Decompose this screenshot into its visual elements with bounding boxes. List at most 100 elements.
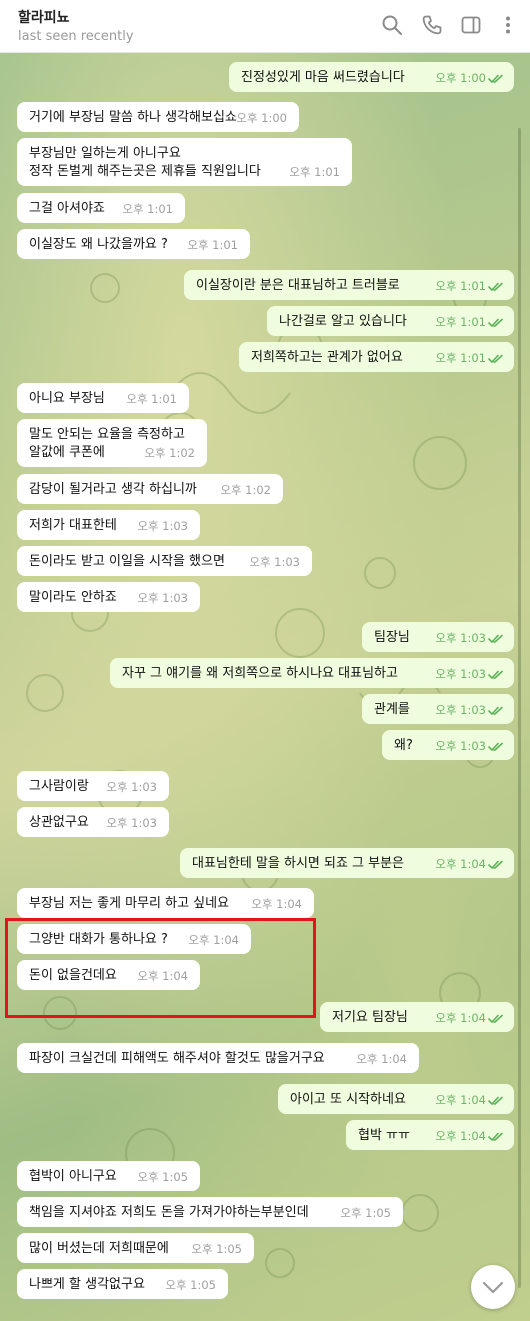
message-text: 이실장도 왜 나갔을까요 ?	[29, 237, 168, 252]
message-time: 오후 1:01	[435, 315, 486, 329]
incoming-message[interactable]: 돈이라도 받고 이일을 시작을 했으면 오후 1:03	[17, 546, 312, 576]
message-time: 오후 1:04	[356, 1052, 407, 1066]
chat-status: last seen recently	[18, 29, 134, 44]
message-time: 오후 1:00	[435, 71, 486, 85]
message-text: 많이 버셨는데 저희때문에	[29, 1241, 169, 1256]
message-time: 오후 1:04	[435, 1093, 486, 1107]
outgoing-message[interactable]: 팀장님 오후 1:03	[362, 622, 514, 652]
message-text: 파장이 크실건데 피해액도 해주셔야 할것도 많을거구요	[29, 1051, 325, 1066]
message-text: 진정성있게 마음 써드렸습니다	[241, 70, 405, 85]
message-time: 오후 1:03	[137, 591, 188, 605]
message-time: 오후 1:01	[187, 238, 238, 252]
message-text: 자꾸 그 얘기를 왜 저희쪽으로 하시나요 대표님하고	[122, 666, 398, 681]
scroll-down-button[interactable]	[471, 1265, 515, 1309]
message-text: 나쁘게 할 생각없구요	[29, 1277, 145, 1292]
incoming-message[interactable]: 파장이 크실건데 피해액도 해주셔야 할것도 많을거구요 오후 1:04	[17, 1043, 419, 1073]
double-check-icon	[488, 354, 503, 363]
message-time: 오후 1:03	[435, 631, 486, 645]
incoming-message[interactable]: 아니요 부장님 오후 1:01	[17, 383, 189, 413]
highlight-box	[5, 918, 316, 1018]
outgoing-message[interactable]: 자꾸 그 얘기를 왜 저희쪽으로 하시나요 대표님하고 오후 1:03	[110, 658, 514, 688]
search-icon[interactable]	[381, 14, 403, 36]
message-text: 관계를	[374, 702, 410, 717]
message-time: 오후 1:04	[435, 1011, 486, 1025]
message-time: 오후 1:05	[340, 1206, 391, 1220]
message-text: 그걸 아셔야죠	[29, 201, 105, 216]
message-time: 오후 1:01	[126, 392, 177, 406]
message-text: 저희가 대표한테	[29, 518, 117, 533]
message-text: 아이고 또 시작하네요	[290, 1092, 406, 1107]
message-time: 오후 1:01	[289, 165, 340, 179]
outgoing-message[interactable]: 저기요 팀장님 오후 1:04	[320, 1002, 514, 1032]
double-check-icon	[488, 282, 503, 291]
outgoing-message[interactable]: 진정성있게 마음 써드렸습니다 오후 1:00	[229, 62, 514, 92]
double-check-icon	[488, 74, 503, 83]
incoming-message[interactable]: 부장님 저는 좋게 마무리 하고 싶네요 오후 1:04	[17, 888, 314, 918]
incoming-message[interactable]: 말도 안되는 요율을 측정하고 알값에 쿠폰에 오후 1:02	[17, 419, 207, 467]
double-check-icon	[488, 1096, 503, 1105]
message-text: 책임을 지셔야죠 저희도 돈을 가져가야하는부분인데	[29, 1205, 309, 1220]
message-time: 오후 1:03	[435, 703, 486, 717]
message-text: 거기에 부장님 말씀 하나 생각해보십쇼	[29, 110, 237, 125]
incoming-message[interactable]: 이실장도 왜 나갔을까요 ? 오후 1:01	[17, 229, 250, 259]
outgoing-message[interactable]: 아이고 또 시작하네요 오후 1:04	[278, 1084, 514, 1114]
outgoing-message[interactable]: 관계를 오후 1:03	[362, 694, 514, 724]
chevron-down-icon	[482, 1281, 504, 1294]
outgoing-message[interactable]: 나간걸로 알고 있습니다 오후 1:01	[267, 306, 514, 336]
chat-title[interactable]: 할라피뇨	[18, 7, 70, 27]
message-text: 저기요 팀장님	[332, 1010, 408, 1025]
outgoing-message[interactable]: 대표님한테 말을 하시면 되죠 그 부분은 오후 1:04	[180, 848, 514, 878]
message-text: 팀장님	[374, 630, 410, 645]
sidebar-toggle-icon[interactable]	[460, 14, 482, 36]
message-text: 부장님 저는 좋게 마무리 하고 싶네요	[29, 896, 230, 911]
message-time: 오후 1:04	[435, 1129, 486, 1143]
incoming-message[interactable]: 거기에 부장님 말씀 하나 생각해보십쇼 오후 1:00	[17, 102, 299, 132]
message-text: 왜?	[394, 738, 413, 753]
incoming-message[interactable]: 나쁘게 할 생각없구요 오후 1:05	[17, 1269, 228, 1299]
incoming-message[interactable]: 그걸 아셔야죠 오후 1:01	[17, 193, 185, 223]
double-check-icon	[488, 1014, 503, 1023]
incoming-message[interactable]: 그사람이랑 오후 1:03	[17, 771, 169, 801]
message-text: 부장님만 일하는게 아니구요 정작 돈벌게 해주는곳은 제휴들 직원입니다	[29, 146, 261, 179]
incoming-message[interactable]: 협박이 아니구요 오후 1:05	[17, 1161, 200, 1191]
message-time: 오후 1:05	[137, 1170, 188, 1184]
message-text: 협박이 아니구요	[29, 1169, 117, 1184]
message-text: 저희쪽하고는 관계가 없어요	[251, 350, 403, 365]
message-text: 협박 ㅠㅠ	[358, 1128, 410, 1143]
outgoing-message[interactable]: 이실장이란 분은 대표님하고 트러블로 오후 1:01	[184, 270, 514, 300]
incoming-message[interactable]: 저희가 대표한테 오후 1:03	[17, 510, 200, 540]
outgoing-message[interactable]: 협박 ㅠㅠ 오후 1:04	[346, 1120, 514, 1150]
message-time: 오후 1:03	[435, 739, 486, 753]
message-time: 오후 1:02	[220, 483, 271, 497]
outgoing-message[interactable]: 저희쪽하고는 관계가 없어요 오후 1:01	[239, 342, 514, 372]
double-check-icon	[488, 742, 503, 751]
more-icon[interactable]	[497, 14, 519, 36]
message-time: 오후 1:00	[236, 111, 287, 125]
scrollbar[interactable]	[518, 128, 521, 1288]
outgoing-message[interactable]: 왜? 오후 1:03	[382, 730, 514, 760]
incoming-message[interactable]: 많이 버셨는데 저희때문에 오후 1:05	[17, 1233, 254, 1263]
message-time: 오후 1:05	[191, 1242, 242, 1256]
incoming-message[interactable]: 상관없구요 오후 1:03	[17, 807, 169, 837]
incoming-message[interactable]: 감당이 될거라고 생각 하십니까 오후 1:02	[17, 474, 283, 504]
message-text: 나간걸로 알고 있습니다	[279, 314, 407, 329]
message-time: 오후 1:02	[144, 446, 195, 460]
message-text: 대표님한테 말을 하시면 되죠 그 부분은	[192, 856, 405, 871]
message-time: 오후 1:03	[435, 667, 486, 681]
message-time: 오후 1:05	[165, 1278, 216, 1292]
incoming-message[interactable]: 부장님만 일하는게 아니구요 정작 돈벌게 해주는곳은 제휴들 직원입니다오후 …	[17, 138, 352, 186]
message-time: 오후 1:03	[106, 816, 157, 830]
message-text: 아니요 부장님	[29, 391, 105, 406]
message-time: 오후 1:03	[106, 780, 157, 794]
message-text: 감당이 될거라고 생각 하십니까	[29, 482, 197, 497]
incoming-message[interactable]: 책임을 지셔야죠 저희도 돈을 가져가야하는부분인데 오후 1:05	[17, 1197, 403, 1227]
incoming-message[interactable]: 말이라도 안하죠 오후 1:03	[17, 582, 200, 612]
phone-icon[interactable]	[421, 14, 443, 36]
message-time: 오후 1:01	[435, 279, 486, 293]
message-time: 오후 1:01	[122, 202, 173, 216]
message-time: 오후 1:03	[137, 519, 188, 533]
chat-header: 할라피뇨 last seen recently	[0, 0, 530, 53]
message-text: 상관없구요	[29, 815, 89, 830]
message-time: 오후 1:03	[249, 555, 300, 569]
message-text: 그사람이랑	[29, 779, 89, 794]
